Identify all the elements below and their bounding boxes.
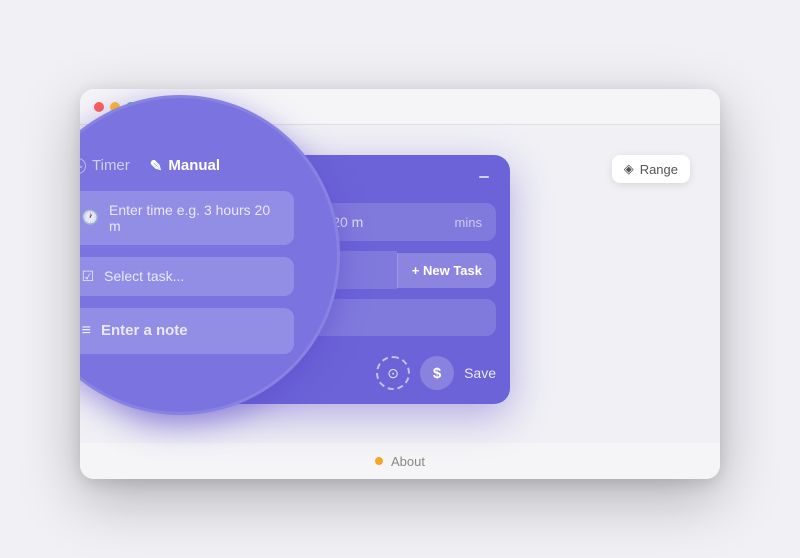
- dollar-icon: $: [433, 365, 441, 382]
- circle-manual-label: Manual: [168, 157, 220, 174]
- circle-tab-timer[interactable]: ▷ Timer: [80, 157, 130, 174]
- circle-note-icon: ≡: [82, 322, 91, 340]
- circle-time-text: Enter time e.g. 3 hours 20 m: [109, 202, 278, 234]
- circle-note-input[interactable]: ≡ Enter a note: [80, 308, 294, 354]
- circle-task-input[interactable]: ☑ Select task...: [80, 257, 294, 296]
- circle-time-input[interactable]: 🕐 Enter time e.g. 3 hours 20 m: [80, 191, 294, 245]
- minimize-button[interactable]: [474, 167, 494, 187]
- circle-note-text: Enter a note: [101, 322, 188, 339]
- circle-tab-manual[interactable]: ✎ Manual: [150, 157, 220, 175]
- new-task-button[interactable]: + New Task: [397, 253, 496, 288]
- range-indicator: ◈ Range: [612, 155, 690, 183]
- footer-right: ⊙ $ Save: [376, 356, 496, 390]
- range-icon: ◈: [624, 161, 634, 177]
- tag-icon: ⊙: [387, 365, 399, 382]
- circle-tabs: ▷ Timer ✎ Manual: [80, 157, 220, 175]
- circle-timer-label: Timer: [92, 157, 130, 174]
- circle-inputs: 🕐 Enter time e.g. 3 hours 20 m ☑ Select …: [80, 191, 294, 354]
- save-button[interactable]: Save: [464, 365, 496, 381]
- billing-button[interactable]: $: [420, 356, 454, 390]
- circle-timer-icon: ▷: [80, 158, 86, 174]
- screen-wrapper: ◈ Range ▷ Timer ✎ Manual: [60, 69, 740, 489]
- circle-clock-icon: 🕐: [82, 209, 99, 226]
- circle-task-text: Select task...: [104, 268, 184, 284]
- circle-task-icon: ☑: [82, 268, 95, 285]
- about-bar: About: [80, 443, 720, 479]
- circle-content: ▷ Timer ✎ Manual 🕐 Enter time e.g. 3 hou…: [80, 95, 340, 415]
- browser-window: ◈ Range ▷ Timer ✎ Manual: [80, 89, 720, 479]
- browser-content: ◈ Range ▷ Timer ✎ Manual: [80, 125, 720, 479]
- about-dot: [375, 457, 383, 465]
- tag-button[interactable]: ⊙: [376, 356, 410, 390]
- minimize-icon: [479, 176, 489, 178]
- circle-edit-icon: ✎: [150, 157, 163, 175]
- about-label: About: [391, 454, 425, 469]
- range-label: Range: [640, 162, 678, 177]
- time-suffix: mins: [455, 215, 482, 230]
- magnify-circle: ▷ Timer ✎ Manual 🕐 Enter time e.g. 3 hou…: [80, 95, 340, 415]
